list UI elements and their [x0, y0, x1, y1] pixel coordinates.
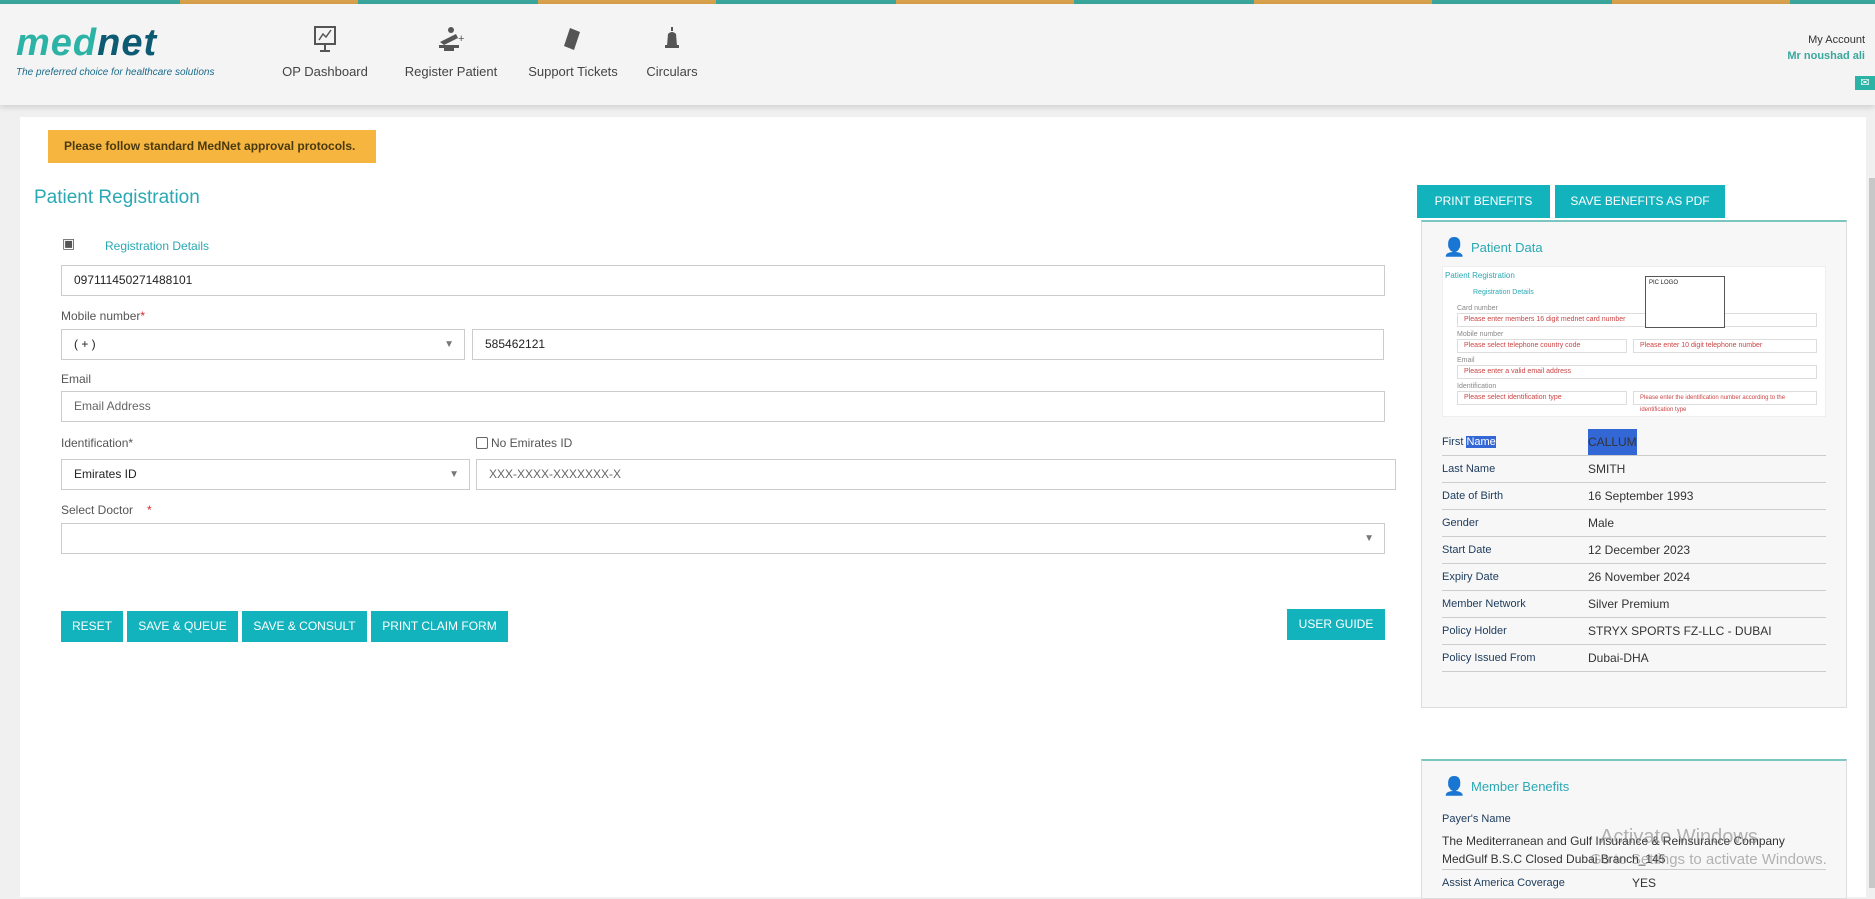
assist-label: Assist America Coverage [1442, 877, 1565, 889]
country-code-select[interactable]: ( + ) ▼ [61, 329, 465, 360]
patient-data-title: Patient Data [1471, 240, 1543, 255]
windows-watermark-title: Activate Windows [1600, 826, 1758, 848]
user-icon: 👤 [1443, 237, 1466, 257]
section-title: Registration Details [105, 239, 210, 253]
mobile-label: Mobile number* [61, 309, 146, 323]
save-benefits-pdf-button[interactable]: SAVE BENEFITS AS PDF [1555, 185, 1725, 218]
chevron-down-icon: ▼ [444, 339, 454, 350]
header: mednet The preferred choice for healthca… [0, 4, 1875, 105]
print-claim-form-button[interactable]: PRINT CLAIM FORM [371, 611, 508, 642]
register-patient-icon: + [396, 24, 506, 54]
email-label: Email [61, 372, 92, 386]
row-policy-issued-from: Policy Issued From Dubai-DHA [1442, 645, 1826, 672]
chevron-down-icon: ▼ [1364, 533, 1374, 544]
mobile-input[interactable]: 585462121 [472, 329, 1384, 360]
doctor-select[interactable]: ▼ [61, 523, 1385, 554]
my-account[interactable]: My Account Mr noushad ali [1787, 34, 1865, 62]
logo[interactable]: mednet [16, 22, 157, 65]
tagline: The preferred choice for healthcare solu… [16, 67, 215, 78]
nav-register-patient[interactable]: + Register Patient [396, 24, 506, 79]
payer-label: Payer's Name [1442, 813, 1511, 825]
row-dob: Date of Birth 16 September 1993 [1442, 483, 1826, 510]
row-first-name: First Name CALLUM [1442, 429, 1826, 456]
user-guide-button[interactable]: USER GUIDE [1287, 609, 1385, 640]
registration-guide-image: Patient Registration Registration Detail… [1442, 266, 1826, 417]
alert-banner: Please follow standard MedNet approval p… [48, 130, 376, 163]
no-emirates-id-checkbox[interactable]: No Emirates ID [476, 436, 572, 450]
chevron-down-icon: ▼ [449, 469, 459, 480]
svg-text:+: + [458, 33, 464, 45]
row-policy-holder: Policy Holder STRYX SPORTS FZ-LLC - DUBAI [1442, 618, 1826, 645]
id-type-select[interactable]: Emirates ID ▼ [61, 459, 470, 490]
row-start-date: Start Date 12 December 2023 [1442, 537, 1826, 564]
member-benefits-title: Member Benefits [1471, 779, 1570, 794]
identification-label: Identification* [61, 436, 134, 450]
user-icon: 👤 [1443, 776, 1466, 796]
ticket-icon [523, 24, 623, 54]
row-member-network: Member Network Silver Premium [1442, 591, 1826, 618]
scrollbar[interactable] [1869, 178, 1875, 888]
print-benefits-button[interactable]: PRINT BENEFITS [1417, 185, 1550, 218]
email-input[interactable]: Email Address [61, 391, 1385, 422]
page-title: Patient Registration [34, 187, 200, 208]
card-number-input[interactable]: 097111450271488101 [61, 265, 1385, 296]
bell-icon [632, 24, 712, 54]
reset-button[interactable]: RESET [61, 611, 123, 642]
doctor-label: Select Doctor * [61, 503, 152, 517]
id-number-input[interactable]: XXX-XXXX-XXXXXXX-X [476, 459, 1396, 490]
row-expiry-date: Expiry Date 26 November 2024 [1442, 564, 1826, 591]
row-gender: Gender Male [1442, 510, 1826, 537]
nav-support-tickets[interactable]: Support Tickets [523, 24, 623, 79]
checkbox[interactable] [476, 437, 488, 449]
nav-circulars[interactable]: Circulars [632, 24, 712, 79]
card-sample: PIC LOGO [1645, 276, 1725, 328]
card-icon: ▣ [62, 235, 76, 251]
save-consult-button[interactable]: SAVE & CONSULT [242, 611, 367, 642]
windows-watermark-sub: Go to Settings to activate Windows. [1590, 851, 1827, 868]
dashboard-chart-icon [275, 24, 375, 54]
mail-icon[interactable]: ✉ [1855, 76, 1875, 90]
save-queue-button[interactable]: SAVE & QUEUE [127, 611, 238, 642]
row-last-name: Last Name SMITH [1442, 456, 1826, 483]
nav-op-dashboard[interactable]: OP Dashboard [275, 24, 375, 79]
